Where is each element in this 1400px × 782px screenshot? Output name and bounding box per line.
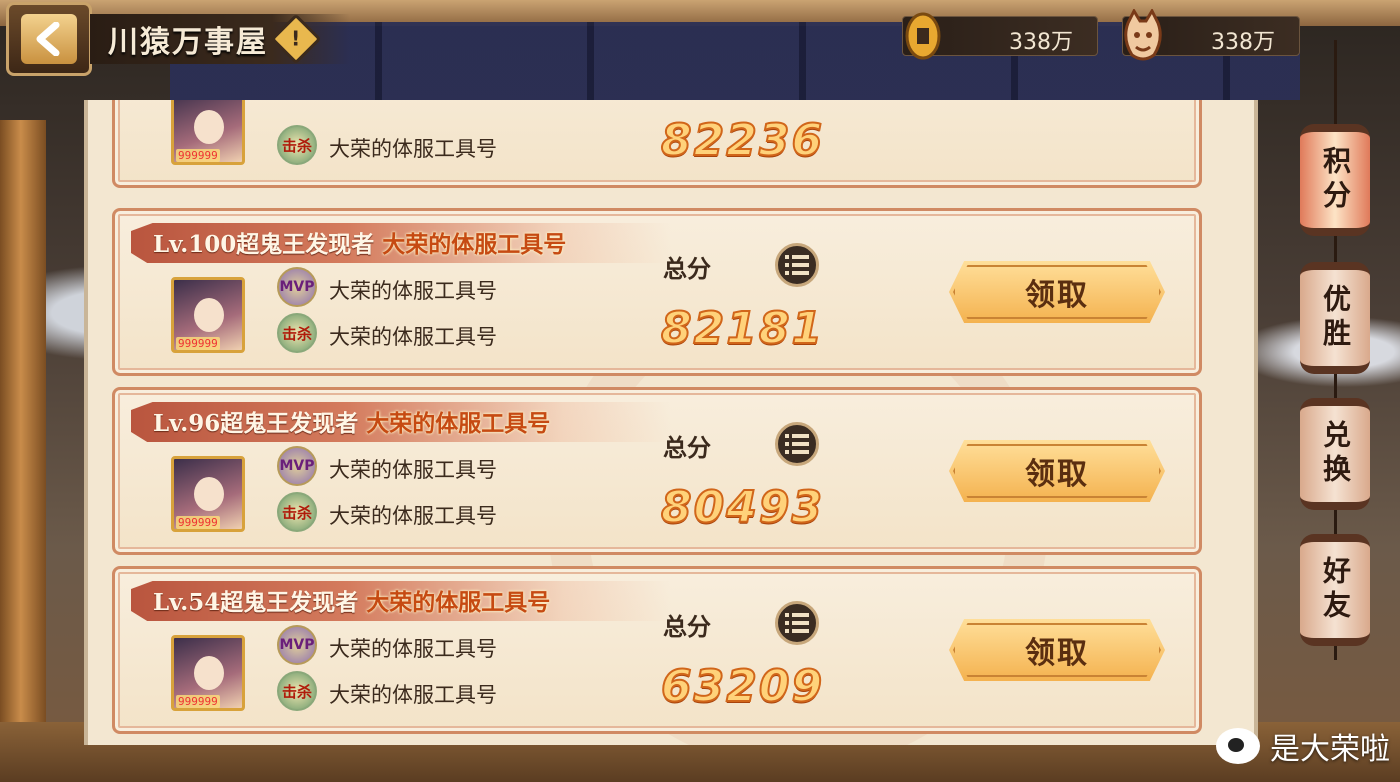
kill-player-name: 大荣的体服工具号 bbox=[329, 683, 497, 707]
info-icon[interactable]: ! bbox=[270, 13, 322, 65]
weibo-icon bbox=[1216, 728, 1260, 764]
mask-currency-counter[interactable]: 338万 bbox=[1122, 9, 1300, 61]
coin-counter[interactable]: 338万 bbox=[902, 12, 1098, 60]
watermark: 是大荣啦 bbox=[1216, 724, 1390, 768]
total-score: 80493 bbox=[660, 481, 825, 534]
mask-icon bbox=[1115, 7, 1171, 65]
kill-player-name: 大荣的体服工具号 bbox=[329, 325, 497, 349]
claim-button[interactable]: 领取 bbox=[949, 619, 1165, 681]
rank-card: Lv.100超鬼王发现者 大荣的体服工具号 999999 MVP 大荣的体服工具号… bbox=[112, 208, 1202, 376]
mvp-player-name: 大荣的体服工具号 bbox=[329, 637, 497, 661]
level-label: Lv.96超鬼王发现者 bbox=[153, 410, 359, 437]
rank-card: 999999 击杀 大荣的体服工具号 82236 领取 bbox=[112, 100, 1202, 188]
total-label: 总分 bbox=[663, 254, 711, 283]
coin-icon bbox=[895, 7, 951, 65]
owner-name: 大荣的体服工具号 bbox=[366, 589, 551, 616]
total-score: 82181 bbox=[660, 302, 825, 355]
mask-currency-value: 338万 bbox=[1211, 30, 1275, 55]
tab-victory[interactable]: 优胜 bbox=[1300, 262, 1370, 374]
title-bar: 川猿万事屋 ! bbox=[90, 13, 350, 65]
mvp-player-name: 大荣的体服工具号 bbox=[329, 279, 497, 303]
kill-badge-icon: 击杀 bbox=[277, 313, 317, 353]
list-icon[interactable] bbox=[775, 601, 819, 645]
kill-player-name: 大荣的体服工具号 bbox=[329, 137, 497, 161]
claim-button[interactable]: 领取 bbox=[949, 440, 1165, 502]
tab-points[interactable]: 积分 bbox=[1300, 124, 1370, 236]
kill-badge-icon: 击杀 bbox=[277, 125, 317, 165]
card-title: Lv.100超鬼王发现者 大荣的体服工具号 bbox=[153, 225, 566, 259]
watermark-text: 是大荣啦 bbox=[1270, 732, 1390, 767]
mvp-badge-icon: MVP bbox=[277, 267, 317, 307]
total-label: 总分 bbox=[663, 433, 711, 462]
coin-value: 338万 bbox=[1009, 30, 1073, 55]
mvp-player-name: 大荣的体服工具号 bbox=[329, 458, 497, 482]
page-title: 川猿万事屋 bbox=[108, 25, 268, 60]
kill-player-name: 大荣的体服工具号 bbox=[329, 504, 497, 528]
level-label: Lv.100超鬼王发现者 bbox=[153, 231, 375, 258]
total-label: 总分 bbox=[663, 612, 711, 641]
avatar: 999999 bbox=[171, 635, 245, 711]
avatar: 999999 bbox=[171, 277, 245, 353]
tab-exchange[interactable]: 兑换 bbox=[1300, 398, 1370, 510]
owner-name: 大荣的体服工具号 bbox=[366, 410, 551, 437]
level-label: Lv.54超鬼王发现者 bbox=[153, 589, 359, 616]
back-button[interactable] bbox=[6, 2, 92, 76]
rank-card: Lv.96超鬼王发现者 大荣的体服工具号 999999 MVP 大荣的体服工具号 … bbox=[112, 387, 1202, 555]
card-title: Lv.96超鬼王发现者 大荣的体服工具号 bbox=[153, 404, 550, 438]
back-arrow-icon bbox=[21, 14, 77, 64]
claim-button[interactable]: 领取 bbox=[949, 261, 1165, 323]
total-score: 82236 bbox=[660, 114, 825, 167]
avatar: 999999 bbox=[171, 100, 245, 165]
list-icon[interactable] bbox=[775, 422, 819, 466]
card-title: Lv.54超鬼王发现者 大荣的体服工具号 bbox=[153, 583, 550, 617]
owner-name: 大荣的体服工具号 bbox=[382, 231, 567, 258]
list-icon[interactable] bbox=[775, 243, 819, 287]
ranking-list[interactable]: 999999 击杀 大荣的体服工具号 82236 领取 Lv.100超鬼王发现者… bbox=[84, 100, 1258, 745]
rank-card: Lv.54超鬼王发现者 大荣的体服工具号 999999 MVP 大荣的体服工具号 … bbox=[112, 566, 1202, 734]
mvp-badge-icon: MVP bbox=[277, 625, 317, 665]
kill-badge-icon: 击杀 bbox=[277, 492, 317, 532]
left-pillar bbox=[0, 120, 46, 780]
avatar: 999999 bbox=[171, 456, 245, 532]
total-score: 63209 bbox=[660, 660, 825, 713]
mvp-badge-icon: MVP bbox=[277, 446, 317, 486]
kill-badge-icon: 击杀 bbox=[277, 671, 317, 711]
tab-friends[interactable]: 好友 bbox=[1300, 534, 1370, 646]
